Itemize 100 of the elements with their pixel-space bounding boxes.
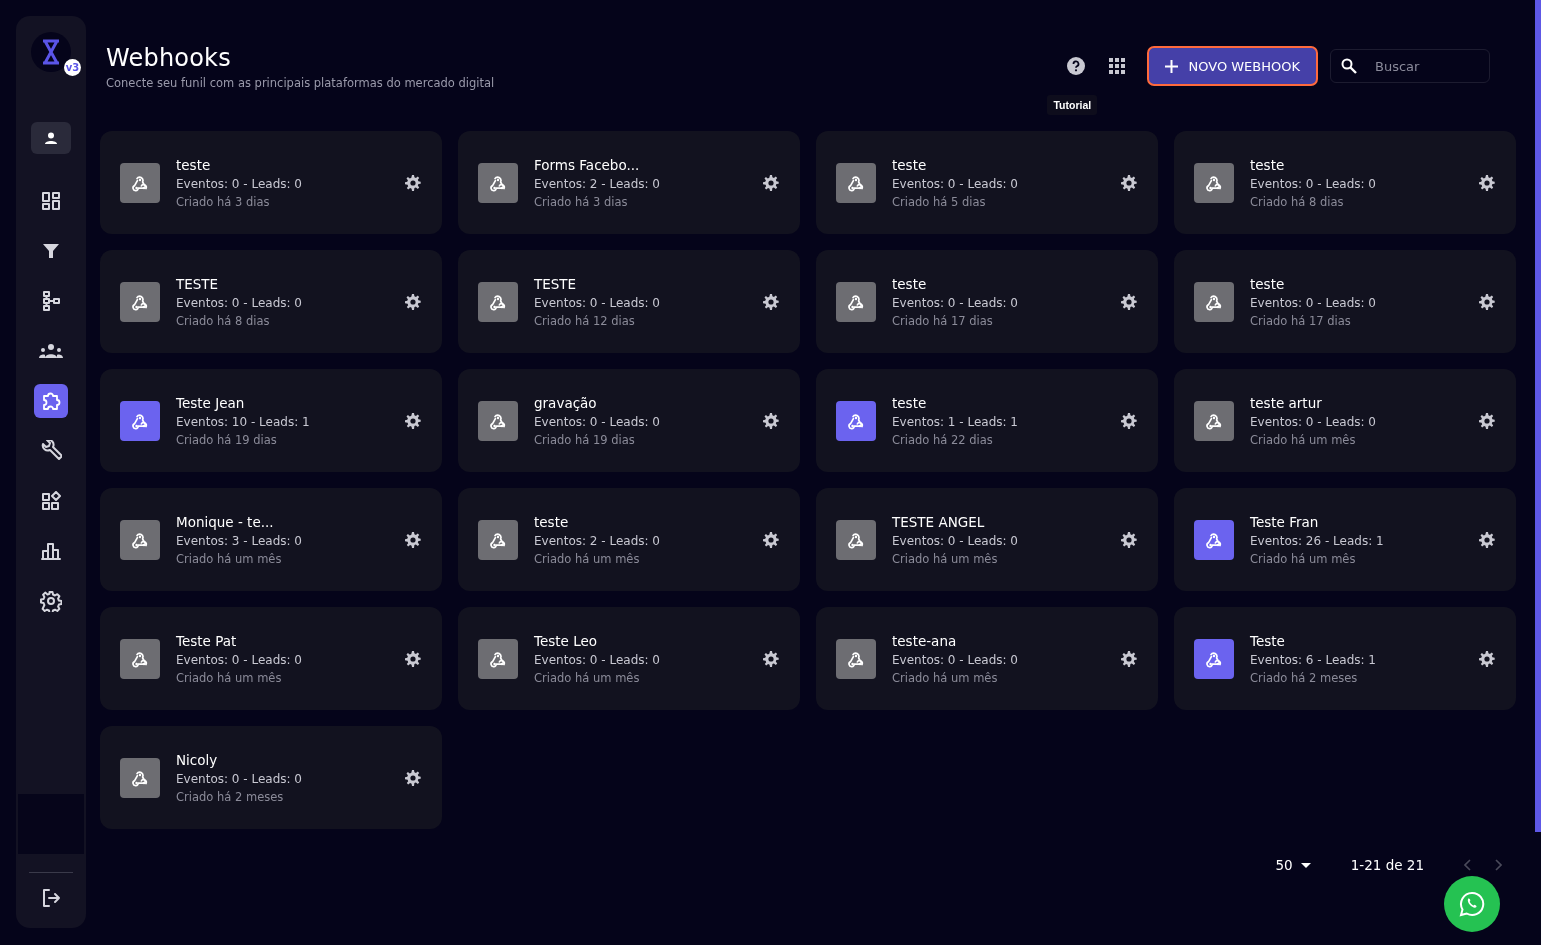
help-icon: [1067, 57, 1086, 75]
settings-button[interactable]: [762, 292, 780, 311]
webhook-stats: Eventos: 0 - Leads: 0: [534, 414, 661, 429]
gear-icon: [404, 173, 422, 192]
webhook-name: Teste Leo: [534, 632, 599, 649]
gear-icon: [1478, 411, 1496, 430]
settings-button[interactable]: [404, 292, 422, 311]
webhook-card[interactable]: teste Eventos: 0 - Leads: 0 Criado há 3 dias: [100, 131, 442, 234]
page-range: 1-21 de 21: [1350, 857, 1424, 873]
webhook-card[interactable]: Teste Pat Eventos: 0 - Leads: 0 Criado há um mês: [100, 607, 442, 710]
webhook-name: Teste Pat: [176, 632, 238, 649]
settings-button[interactable]: [1478, 649, 1496, 668]
hierarchy-icon: [41, 291, 61, 311]
webhook-stats: Eventos: 1 - Leads: 1: [892, 414, 1019, 429]
webhook-created: Criado há um mês: [892, 670, 999, 685]
gear-icon: [1120, 649, 1138, 668]
whatsapp-button[interactable]: [1444, 876, 1500, 932]
webhook-name: TESTE ANGEL: [892, 513, 986, 530]
webhook-stats: Eventos: 10 - Leads: 1: [176, 414, 311, 429]
webhook-card[interactable]: Monique - te... Eventos: 3 - Leads: 0 Criado há um mês: [100, 488, 442, 591]
webhook-name: TESTE: [534, 275, 578, 292]
webhook-stats: Eventos: 0 - Leads: 0: [1250, 414, 1377, 429]
webhook-name: teste: [1250, 275, 1286, 292]
search-icon: [1341, 58, 1357, 74]
settings-button[interactable]: [762, 649, 780, 668]
settings-button[interactable]: [404, 768, 422, 787]
settings-button[interactable]: [1120, 649, 1138, 668]
chevron-right-icon: [1495, 859, 1502, 871]
webhook-card[interactable]: Teste Jean Eventos: 10 - Leads: 1 Criado há 19 dias: [100, 369, 442, 472]
settings-button[interactable]: [404, 649, 422, 668]
integrations-nav-item[interactable]: [34, 384, 68, 418]
webhook-card[interactable]: TESTE ANGEL Eventos: 0 - Leads: 0 Criado há um mês: [816, 488, 1158, 591]
settings-button[interactable]: [404, 173, 422, 192]
webhook-created: Criado há um mês: [892, 551, 999, 566]
version-badge: v3: [64, 59, 81, 76]
settings-button[interactable]: [404, 411, 422, 430]
webhook-stats: Eventos: 0 - Leads: 0: [892, 176, 1019, 191]
scrollbar[interactable]: [1535, 0, 1541, 832]
settings-button[interactable]: [1478, 411, 1496, 430]
webhook-stats: Eventos: 0 - Leads: 0: [1250, 176, 1377, 191]
webhook-stats: Eventos: 0 - Leads: 0: [892, 295, 1019, 310]
webhook-created: Criado há 3 dias: [534, 194, 629, 209]
settings-button[interactable]: [1120, 173, 1138, 192]
settings-button[interactable]: [1478, 292, 1496, 311]
webhook-stats: Eventos: 0 - Leads: 0: [1250, 295, 1377, 310]
webhook-stats: Eventos: 0 - Leads: 0: [176, 652, 303, 667]
settings-button[interactable]: [1478, 530, 1496, 549]
profile-button[interactable]: [31, 122, 71, 154]
apps-icon: [41, 491, 61, 511]
settings-button[interactable]: [1478, 173, 1496, 192]
webhook-card[interactable]: teste Eventos: 0 - Leads: 0 Criado há 8 dias: [1174, 131, 1516, 234]
webhook-card[interactable]: teste-ana Eventos: 0 - Leads: 0 Criado há um mês: [816, 607, 1158, 710]
webhook-card[interactable]: teste artur Eventos: 0 - Leads: 0 Criado há um mês: [1174, 369, 1516, 472]
settings-button[interactable]: [762, 530, 780, 549]
webhook-created: Criado há um mês: [1250, 551, 1357, 566]
webhook-stats: Eventos: 0 - Leads: 0: [892, 652, 1019, 667]
webhook-stats: Eventos: 2 - Leads: 0: [534, 533, 661, 548]
gear-icon: [1120, 292, 1138, 311]
rows-per-page-select[interactable]: 50: [1275, 857, 1311, 873]
webhook-created: Criado há 2 meses: [1250, 670, 1359, 685]
webhook-card[interactable]: teste Eventos: 2 - Leads: 0 Criado há um mês: [458, 488, 800, 591]
gear-icon: [404, 292, 422, 311]
gear-icon: [1478, 292, 1496, 311]
webhook-card[interactable]: teste Eventos: 1 - Leads: 1 Criado há 22 dias: [816, 369, 1158, 472]
settings-button[interactable]: [1120, 292, 1138, 311]
gear-icon: [404, 530, 422, 549]
webhook-card[interactable]: gravação Eventos: 0 - Leads: 0 Criado há 19 dias: [458, 369, 800, 472]
search-field[interactable]: Buscar: [1330, 49, 1490, 83]
funnel-icon: [41, 241, 61, 261]
settings-icon: [40, 590, 62, 612]
webhook-created: Criado há um mês: [534, 551, 641, 566]
webhook-card[interactable]: TESTE Eventos: 0 - Leads: 0 Criado há 12 dias: [458, 250, 800, 353]
webhook-card[interactable]: Teste Fran Eventos: 26 - Leads: 1 Criado há um mês: [1174, 488, 1516, 591]
webhook-card[interactable]: Teste Leo Eventos: 0 - Leads: 0 Criado há um mês: [458, 607, 800, 710]
webhook-stats: Eventos: 0 - Leads: 0: [534, 295, 661, 310]
webhook-created: Criado há 19 dias: [176, 432, 278, 447]
webhook-card[interactable]: TESTE Eventos: 0 - Leads: 0 Criado há 8 dias: [100, 250, 442, 353]
webhook-name: Teste Fran: [1250, 513, 1320, 530]
webhook-card[interactable]: teste Eventos: 0 - Leads: 0 Criado há 17 dias: [1174, 250, 1516, 353]
webhook-stats: Eventos: 6 - Leads: 1: [1250, 652, 1377, 667]
webhook-card[interactable]: teste Eventos: 0 - Leads: 0 Criado há 5 dias: [816, 131, 1158, 234]
settings-button[interactable]: [762, 173, 780, 192]
logout-icon: [40, 887, 62, 909]
settings-button[interactable]: [1120, 530, 1138, 549]
webhook-stats: Eventos: 0 - Leads: 0: [534, 652, 661, 667]
webhook-created: Criado há 8 dias: [1250, 194, 1345, 209]
new-webhook-button[interactable]: NOVO WEBHOOK: [1147, 46, 1318, 86]
grid-icon: [1109, 58, 1126, 74]
webhook-card[interactable]: Nicoly Eventos: 0 - Leads: 0 Criado há 2 meses: [100, 726, 442, 829]
webhook-card[interactable]: Forms Facebo... Eventos: 2 - Leads: 0 Criado há 3 dias: [458, 131, 800, 234]
settings-button[interactable]: [762, 411, 780, 430]
settings-button[interactable]: [1120, 411, 1138, 430]
webhook-created: Criado há 3 dias: [176, 194, 271, 209]
settings-button[interactable]: [404, 530, 422, 549]
webhook-card[interactable]: Teste Eventos: 6 - Leads: 1 Criado há 2 meses: [1174, 607, 1516, 710]
webhook-name: TESTE: [176, 275, 220, 292]
webhook-name: teste: [534, 513, 570, 530]
webhook-stats: Eventos: 0 - Leads: 0: [176, 295, 303, 310]
person-icon: [44, 131, 58, 145]
webhook-card[interactable]: teste Eventos: 0 - Leads: 0 Criado há 17 dias: [816, 250, 1158, 353]
